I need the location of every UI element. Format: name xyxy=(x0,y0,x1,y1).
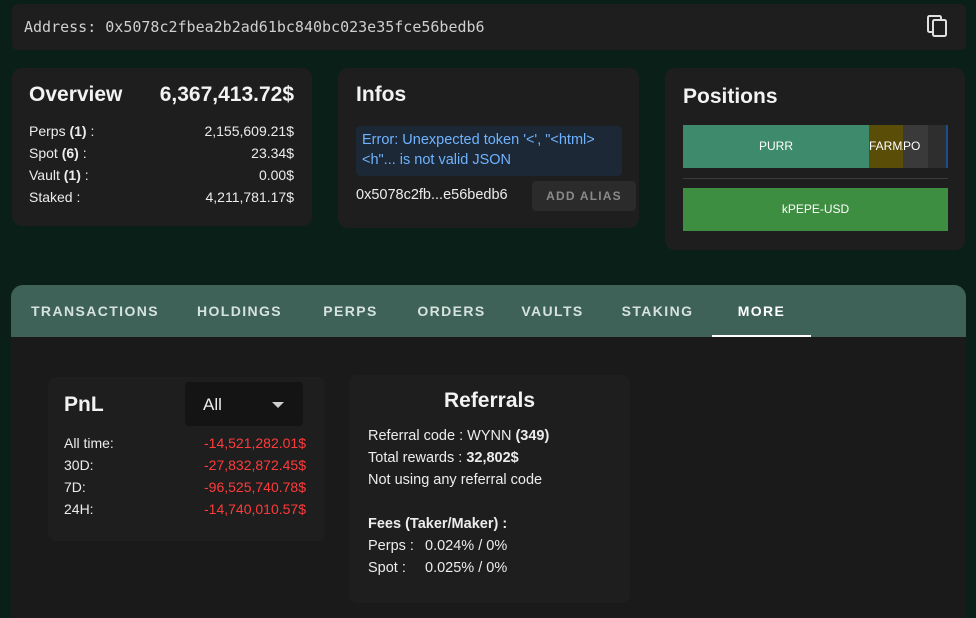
overview-row: Spot (6) : 23.34$ xyxy=(29,145,294,167)
add-alias-button[interactable]: ADD ALIAS xyxy=(532,181,636,211)
position-segment-farma[interactable]: FARMA xyxy=(869,125,903,168)
pnl-period-select[interactable]: All xyxy=(185,382,303,426)
position-segment-other[interactable] xyxy=(928,125,946,168)
chevron-down-icon xyxy=(272,402,284,408)
overview-row-value: 0.00$ xyxy=(258,167,294,183)
overview-card: Overview 6,367,413.72$ Perps (1) : 2,155,… xyxy=(12,68,312,226)
referrals-title: Referrals xyxy=(443,389,536,412)
pnl-row-label: 24H: xyxy=(64,501,94,517)
positions-title: Positions xyxy=(683,85,778,108)
pnl-row-label: 7D: xyxy=(64,479,86,495)
tab-more[interactable]: MORE xyxy=(712,285,811,337)
tabs-panel: TRANSACTIONS HOLDINGS PERPS ORDERS VAULT… xyxy=(11,285,966,618)
pnl-period-value: All xyxy=(203,395,222,414)
error-message: Error: Unexpected token '<', "<html> <h"… xyxy=(356,126,622,176)
copy-icon[interactable] xyxy=(925,14,949,38)
overview-total: 6,367,413.72$ xyxy=(159,83,294,106)
overview-row-label: Perps (1) : xyxy=(29,123,95,139)
pnl-row: All time: -14,521,282.01$ xyxy=(64,435,306,457)
overview-title: Overview xyxy=(29,83,123,106)
pnl-row-value: -14,521,282.01$ xyxy=(204,435,306,451)
overview-row: Perps (1) : 2,155,609.21$ xyxy=(29,123,294,145)
pnl-title: PnL xyxy=(64,393,104,416)
position-segment-small[interactable] xyxy=(946,125,948,168)
tab-vaults[interactable]: VAULTS xyxy=(502,285,603,337)
pnl-row: 7D: -96,525,740.78$ xyxy=(64,479,306,501)
overview-row-label: Vault (1) : xyxy=(29,167,89,183)
pnl-row-label: 30D: xyxy=(64,457,94,473)
pnl-row-label: All time: xyxy=(64,435,114,451)
pnl-row-value: -96,525,740.78$ xyxy=(204,479,306,495)
pnl-row: 30D: -27,832,872.45$ xyxy=(64,457,306,479)
overview-row-value: 4,211,781.17$ xyxy=(205,189,295,205)
tab-orders[interactable]: ORDERS xyxy=(401,285,502,337)
perps-fee: Perps :0.024% / 0% xyxy=(368,538,508,554)
referral-code: Referral code : WYNN (349) xyxy=(368,428,550,444)
position-segment-kpepe[interactable]: kPEPE-USD xyxy=(683,188,948,231)
pnl-row: 24H: -14,740,010.57$ xyxy=(64,501,306,523)
short-address: 0x5078c2fb...e56bedb6 xyxy=(356,187,508,203)
overview-row: Vault (1) : 0.00$ xyxy=(29,167,294,189)
position-segment-purr[interactable]: PURR xyxy=(683,125,869,168)
pnl-row-value: -14,740,010.57$ xyxy=(204,501,306,517)
pnl-card: PnL All All time: -14,521,282.01$ 30D: -27,… xyxy=(48,377,325,541)
tab-holdings[interactable]: HOLDINGS xyxy=(179,285,300,337)
fees-title: Fees (Taker/Maker) : xyxy=(368,516,508,532)
overview-row-value: 23.34$ xyxy=(251,145,294,161)
position-segment-po[interactable]: PO xyxy=(903,125,928,168)
tab-staking[interactable]: STAKING xyxy=(603,285,712,337)
tab-transactions[interactable]: TRANSACTIONS xyxy=(11,285,179,337)
infos-title: Infos xyxy=(356,83,407,106)
tabs-bar: TRANSACTIONS HOLDINGS PERPS ORDERS VAULT… xyxy=(11,285,966,337)
total-rewards: Total rewards : 32,802$ xyxy=(368,450,519,466)
positions-card: Positions PURR FARMA PO kPEPE-USD xyxy=(665,68,965,250)
positions-bar: PURR FARMA PO xyxy=(683,125,948,168)
tab-perps[interactable]: PERPS xyxy=(300,285,401,337)
overview-row: Staked : 4,211,781.17$ xyxy=(29,189,294,211)
spot-fee: Spot :0.025% / 0% xyxy=(368,560,508,576)
overview-row-value: 2,155,609.21$ xyxy=(204,123,294,139)
referral-status: Not using any referral code xyxy=(368,472,543,488)
positions-divider xyxy=(683,178,948,179)
address-bar: Address: 0x5078c2fbea2b2ad61bc840bc023e3… xyxy=(12,4,966,50)
referrals-card: Referrals Referral code : WYNN (349) Tot… xyxy=(349,375,630,603)
infos-card: Infos Error: Unexpected token '<', "<htm… xyxy=(338,68,639,228)
overview-row-label: Spot (6) : xyxy=(29,145,87,161)
pnl-row-value: -27,832,872.45$ xyxy=(204,457,306,473)
overview-row-label: Staked : xyxy=(29,189,81,205)
wallet-address: Address: 0x5078c2fbea2b2ad61bc840bc023e3… xyxy=(24,18,485,36)
